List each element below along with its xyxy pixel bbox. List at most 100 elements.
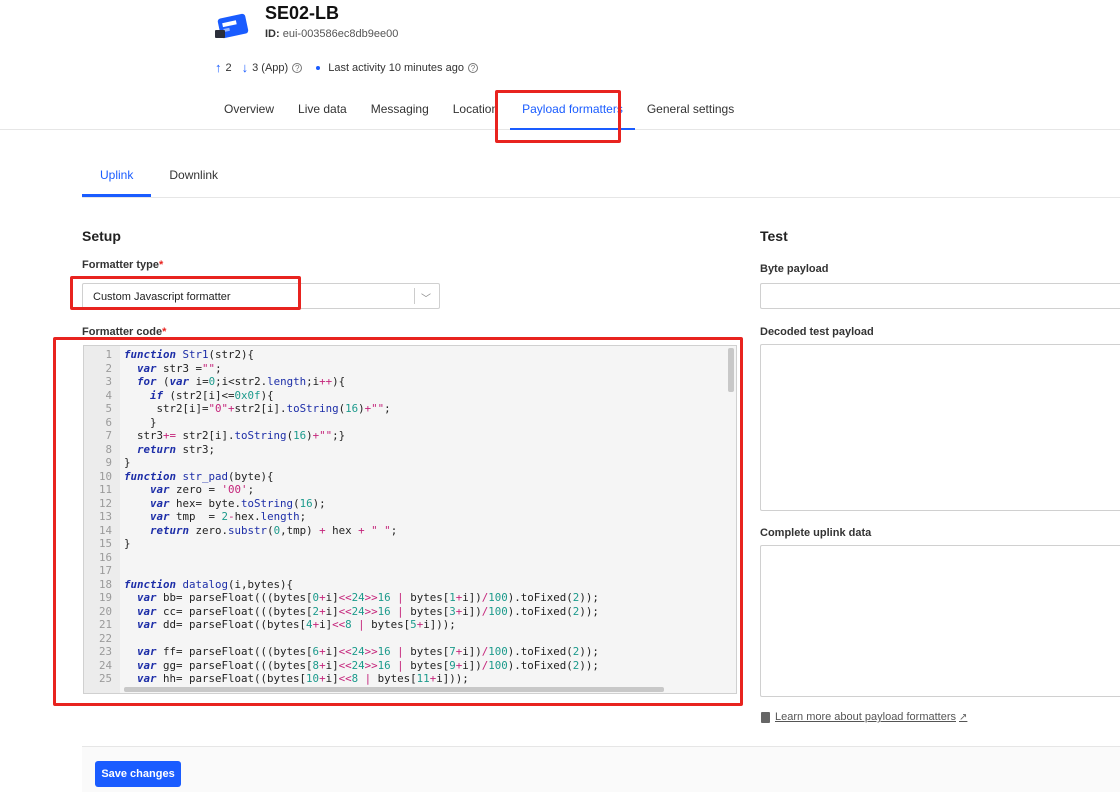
code-line-text: var str3 =""; bbox=[137, 361, 222, 375]
code-line: 14 return zero.substr(0,tmp) + hex + " "… bbox=[84, 524, 599, 538]
code-line: 17 bbox=[84, 564, 599, 578]
arrow-down-icon: ↓ bbox=[241, 60, 249, 75]
save-changes-button[interactable]: Save changes bbox=[95, 761, 181, 787]
tab-overview[interactable]: Overview bbox=[212, 92, 286, 130]
line-number: 14 bbox=[98, 523, 112, 537]
learn-more-text[interactable]: Learn more about payload formatters bbox=[775, 711, 956, 723]
chevron-down-icon[interactable]: ﹀ bbox=[421, 290, 431, 305]
byte-payload-input[interactable] bbox=[760, 283, 1120, 309]
device-header: SE02-LB ID: eui-003586ec8db9ee00 ↑ 2 ↓ 3… bbox=[0, 0, 1120, 130]
code-line-text: var tmp = 2-hex.length; bbox=[150, 510, 307, 523]
code-line: 4 if (str2[i]<=0x0f){ bbox=[84, 389, 599, 403]
code-line: 12 var hex= byte.toString(16); bbox=[84, 497, 599, 511]
complete-uplink-label: Complete uplink data bbox=[760, 527, 872, 539]
device-id: ID: eui-003586ec8db9ee00 bbox=[265, 28, 398, 40]
code-line: 20 var cc= parseFloat(((bytes[2+i]<<24>>… bbox=[84, 605, 599, 619]
horizontal-scrollbar[interactable] bbox=[124, 687, 664, 692]
code-line-text: return zero.substr(0,tmp) + hex + " "; bbox=[150, 523, 398, 537]
device-tabs: Overview Live data Messaging Location Pa… bbox=[212, 92, 746, 130]
uplink-count: 2 bbox=[225, 61, 232, 74]
code-line: 3 for (var i=0;i<str2.length;i++){ bbox=[84, 375, 599, 389]
code-line: 21 var dd= parseFloat((bytes[4+i]<<8 | b… bbox=[84, 618, 599, 632]
help-icon[interactable]: ? bbox=[292, 62, 303, 73]
book-icon bbox=[761, 711, 770, 723]
code-line-text: var bb= parseFloat(((bytes[0+i]<<24>>16 … bbox=[137, 591, 599, 604]
complete-uplink-output[interactable] bbox=[760, 545, 1120, 697]
learn-more-link[interactable]: Learn more about payload formatters ↗ bbox=[761, 711, 967, 723]
device-name: SE02-LB bbox=[265, 3, 340, 23]
line-number: 16 bbox=[98, 550, 112, 564]
code-line: 7 str3+= str2[i].toString(16)+"";} bbox=[84, 429, 599, 443]
code-line: 24 var gg= parseFloat(((bytes[8+i]<<24>>… bbox=[84, 659, 599, 673]
code-line: 19 var bb= parseFloat(((bytes[0+i]<<24>>… bbox=[84, 591, 599, 605]
setup-title: Setup bbox=[82, 228, 121, 244]
line-number: 15 bbox=[98, 537, 112, 550]
tab-messaging[interactable]: Messaging bbox=[359, 92, 441, 130]
line-number: 13 bbox=[98, 510, 112, 523]
code-line-text: function datalog(i,bytes){ bbox=[124, 577, 294, 591]
line-number: 9 bbox=[105, 456, 112, 469]
decoded-payload-label: Decoded test payload bbox=[760, 326, 874, 338]
arrow-up-icon: ↑ bbox=[215, 60, 222, 75]
line-number: 2 bbox=[105, 361, 112, 375]
last-activity: Last activity 10 minutes ago bbox=[328, 61, 464, 74]
code-line-text: var hex= byte.toString(16); bbox=[150, 496, 326, 510]
device-icon bbox=[215, 13, 249, 39]
line-number: 17 bbox=[98, 564, 112, 577]
downlink-count: 3 (App) bbox=[252, 61, 289, 74]
decoded-payload-output[interactable] bbox=[760, 344, 1120, 511]
code-line-text: } bbox=[124, 415, 157, 429]
code-line-text: var hh= parseFloat((bytes[10+i]<<8 | byt… bbox=[137, 672, 469, 685]
help-icon[interactable]: ? bbox=[467, 62, 478, 73]
tab-uplink[interactable]: Uplink bbox=[82, 158, 152, 197]
code-line: 23 var ff= parseFloat(((bytes[6+i]<<24>>… bbox=[84, 645, 599, 659]
code-content[interactable]: 1 function Str1(str2){2 var str3 =""; 3 fo… bbox=[84, 348, 599, 686]
formatter-type-label-text: Formatter type bbox=[82, 259, 160, 271]
form-footer bbox=[82, 746, 1120, 792]
code-line-text: for (var i=0;i<str2.length;i++){ bbox=[137, 375, 346, 388]
code-line-text: var cc= parseFloat(((bytes[2+i]<<24>>16 … bbox=[137, 604, 599, 618]
code-line-text: var gg= parseFloat(((bytes[8+i]<<24>>16 … bbox=[137, 658, 599, 672]
line-number: 20 bbox=[98, 604, 112, 618]
formatter-code-label-text: Formatter code bbox=[82, 326, 163, 338]
code-line: 8 return str3; bbox=[84, 443, 599, 457]
line-number: 4 bbox=[105, 388, 112, 402]
code-line: 11 var zero = '00'; bbox=[84, 483, 599, 497]
line-number: 22 bbox=[98, 631, 112, 645]
code-line: 18 function datalog(i,bytes){ bbox=[84, 578, 599, 592]
code-line-text: } bbox=[124, 456, 131, 469]
external-link-icon: ↗ bbox=[959, 711, 968, 723]
tab-live-data[interactable]: Live data bbox=[286, 92, 359, 130]
code-line-text: str3+= str2[i].toString(16)+"";} bbox=[124, 429, 346, 442]
test-title: Test bbox=[760, 228, 788, 244]
code-line: 10 function str_pad(byte){ bbox=[84, 470, 599, 484]
code-line: 9} bbox=[84, 456, 599, 470]
traffic-stats: ↑ 2 ↓ 3 (App) ? Last activity 10 minutes… bbox=[215, 60, 478, 75]
code-line-text: function Str1(str2){ bbox=[124, 348, 255, 361]
code-line: 2 var str3 =""; bbox=[84, 362, 599, 376]
code-line-text: var zero = '00'; bbox=[150, 483, 255, 496]
byte-payload-label: Byte payload bbox=[760, 263, 829, 275]
code-line: 5 str2[i]="0"+str2[i].toString(16)+""; bbox=[84, 402, 599, 416]
code-editor[interactable]: 1 function Str1(str2){2 var str3 =""; 3 fo… bbox=[83, 345, 737, 694]
formatter-type-value: Custom Javascript formatter bbox=[93, 291, 231, 303]
line-number: 23 bbox=[98, 645, 112, 658]
line-number: 19 bbox=[98, 591, 112, 604]
formatter-code-label: Formatter code* bbox=[82, 326, 166, 338]
code-line-text: return str3; bbox=[137, 442, 216, 456]
formatter-type-select[interactable]: Custom Javascript formatter ﹀ bbox=[82, 283, 440, 309]
vertical-scrollbar[interactable] bbox=[728, 348, 734, 392]
line-number: 1 bbox=[105, 348, 112, 361]
code-line: 13 var tmp = 2-hex.length; bbox=[84, 510, 599, 524]
tab-downlink[interactable]: Downlink bbox=[151, 158, 236, 197]
line-number: 7 bbox=[105, 429, 112, 442]
tab-payload-formatters[interactable]: Payload formatters bbox=[510, 92, 635, 130]
code-line-text: if (str2[i]<=0x0f){ bbox=[150, 388, 274, 402]
line-number: 10 bbox=[98, 469, 112, 483]
tab-general-settings[interactable]: General settings bbox=[635, 92, 746, 130]
tab-location[interactable]: Location bbox=[441, 92, 510, 130]
line-number: 11 bbox=[98, 483, 112, 496]
code-line-text: str2[i]="0"+str2[i].toString(16)+""; bbox=[124, 402, 391, 415]
code-line-text: var dd= parseFloat((bytes[4+i]<<8 | byte… bbox=[137, 618, 456, 631]
code-line: 15} bbox=[84, 537, 599, 551]
